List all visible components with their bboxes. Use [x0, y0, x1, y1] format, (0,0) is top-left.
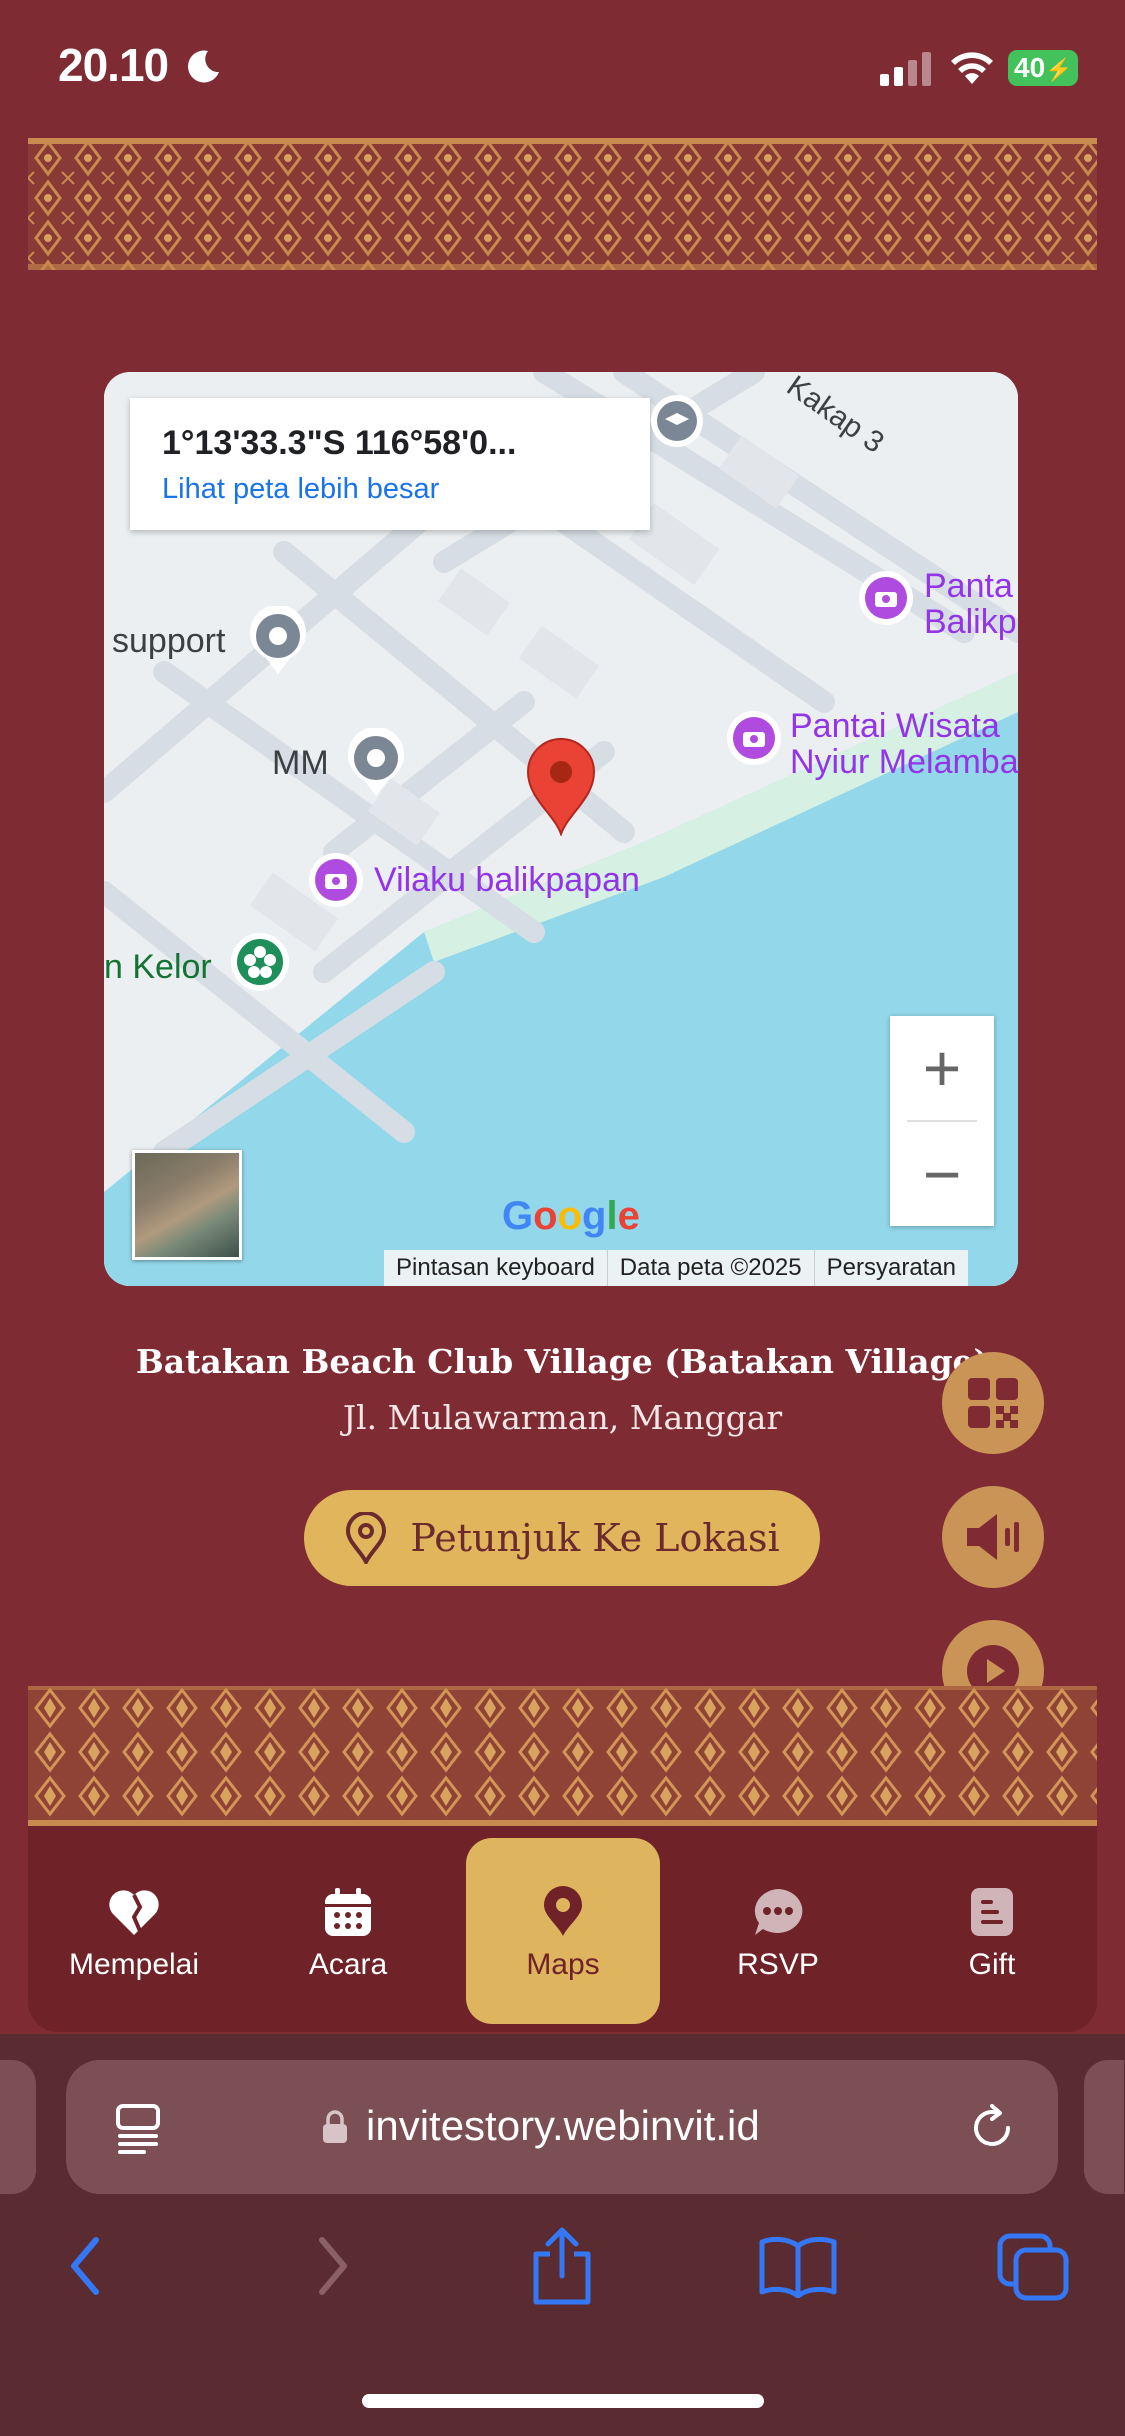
coordinate-card: 1°13'33.3"S 116°58'0... Lihat peta lebih… — [130, 398, 650, 530]
zoom-out-button[interactable]: − — [890, 1122, 994, 1226]
nav-item-mempelai[interactable]: Mempelai — [34, 1884, 234, 1982]
poi-label-pantai-2-line1: Pantai Wisata — [790, 707, 1000, 745]
nav-label: RSVP — [737, 1948, 819, 1981]
larger-map-link[interactable]: Lihat peta lebih besar — [162, 473, 618, 506]
qr-code-icon — [968, 1378, 1018, 1428]
bookmarks-icon[interactable] — [758, 2234, 838, 2298]
tabs-icon[interactable] — [996, 2232, 1070, 2302]
poi-label-kelor: n Kelor — [104, 948, 212, 986]
school-pin-icon[interactable] — [648, 392, 706, 456]
camera-pin-icon[interactable] — [724, 708, 784, 772]
nav-label: Mempelai — [68, 1948, 200, 1981]
google-logo: Google — [502, 1194, 640, 1238]
map-pin-icon — [544, 1886, 582, 1936]
map-embed[interactable]: 1°13'33.3"S 116°58'0... Lihat peta lebih… — [104, 372, 1018, 1286]
nav-label: Acara — [308, 1948, 388, 1981]
poi-label-pantai-1-line2: Balikp — [924, 603, 1017, 641]
terms-link[interactable]: Persyaratan — [813, 1250, 968, 1286]
nav-item-acara[interactable]: Acara — [248, 1884, 448, 1982]
cellular-signal-icon — [880, 52, 931, 86]
wifi-icon — [951, 52, 993, 84]
selected-location-pin-icon[interactable] — [524, 736, 598, 836]
back-icon[interactable] — [64, 2234, 108, 2298]
map-attribution: Pintasan keyboard Data peta ©2025 Persya… — [384, 1250, 969, 1286]
nav-label: Gift — [968, 1948, 1016, 1981]
next-tab-peek[interactable] — [1084, 2060, 1124, 2194]
previous-tab-peek[interactable] — [0, 2060, 36, 2194]
calendar-icon — [325, 1888, 371, 1936]
status-time: 20.10 — [58, 39, 169, 91]
home-indicator — [362, 2394, 764, 2408]
directions-label: Petunjuk Ke Lokasi — [410, 1516, 780, 1560]
flower-pin-icon[interactable] — [228, 930, 292, 996]
share-icon[interactable] — [528, 2226, 596, 2306]
nav-item-gift[interactable]: Gift — [892, 1884, 1092, 1982]
batik-pattern-bottom — [28, 1686, 1097, 1828]
directions-button[interactable]: Petunjuk Ke Lokasi — [304, 1490, 820, 1586]
zoom-control: + − — [890, 1016, 994, 1226]
nav-item-maps[interactable]: Maps — [463, 1884, 663, 1982]
audio-button[interactable] — [942, 1486, 1044, 1588]
bottom-navigation: Mempelai Acara Maps RSVP Gift — [28, 1826, 1097, 2032]
address-bar[interactable]: invitestory.webinvit.id — [66, 2060, 1058, 2194]
chat-bubble-icon — [754, 1889, 803, 1935]
lock-icon — [323, 2110, 347, 2143]
qr-code-button[interactable] — [942, 1352, 1044, 1454]
document-icon — [971, 1888, 1013, 1936]
poi-label-pantai-2: Pantai Wisata Nyiur Melamba — [790, 708, 1018, 780]
nav-item-rsvp[interactable]: RSVP — [678, 1884, 878, 1982]
map-pin-icon — [346, 1512, 387, 1564]
batik-pattern-top — [28, 138, 1097, 270]
battery-indicator: 40⚡ — [1008, 50, 1078, 86]
nav-label: Maps — [526, 1948, 600, 1981]
browser-toolbar: invitestory.webinvit.id — [0, 2034, 1125, 2436]
camera-pin-icon[interactable] — [856, 568, 916, 632]
speaker-icon — [967, 1514, 1019, 1560]
poi-label-pantai-2-line2: Nyiur Melamba — [790, 743, 1018, 781]
camera-pin-icon[interactable] — [306, 850, 366, 914]
map-data-label: Data peta ©2025 — [606, 1250, 814, 1286]
battery-level: 40 — [1014, 52, 1046, 83]
heart-icon — [109, 1890, 159, 1935]
coordinate-text: 1°13'33.3"S 116°58'0... — [162, 424, 517, 462]
keyboard-shortcuts-link[interactable]: Pintasan keyboard — [384, 1250, 607, 1286]
moon-icon — [187, 50, 219, 83]
location-pin-icon[interactable] — [344, 728, 408, 798]
poi-label-vilaku: Vilaku balikpapan — [374, 861, 640, 899]
zoom-in-button[interactable]: + — [890, 1016, 994, 1120]
url-text: invitestory.webinvit.id — [366, 2102, 760, 2149]
forward-icon[interactable] — [310, 2234, 354, 2298]
poi-label-support: support — [112, 622, 226, 660]
poi-label-pantai-1-line1: Panta — [924, 567, 1013, 605]
reload-icon[interactable] — [966, 2102, 1018, 2154]
poi-label-mm: MM — [272, 744, 329, 782]
reader-mode-icon[interactable] — [114, 2104, 162, 2154]
satellite-view-toggle[interactable] — [132, 1150, 242, 1260]
location-pin-icon[interactable] — [246, 606, 310, 676]
poi-label-pantai-1: Panta Balikp — [924, 568, 1017, 640]
